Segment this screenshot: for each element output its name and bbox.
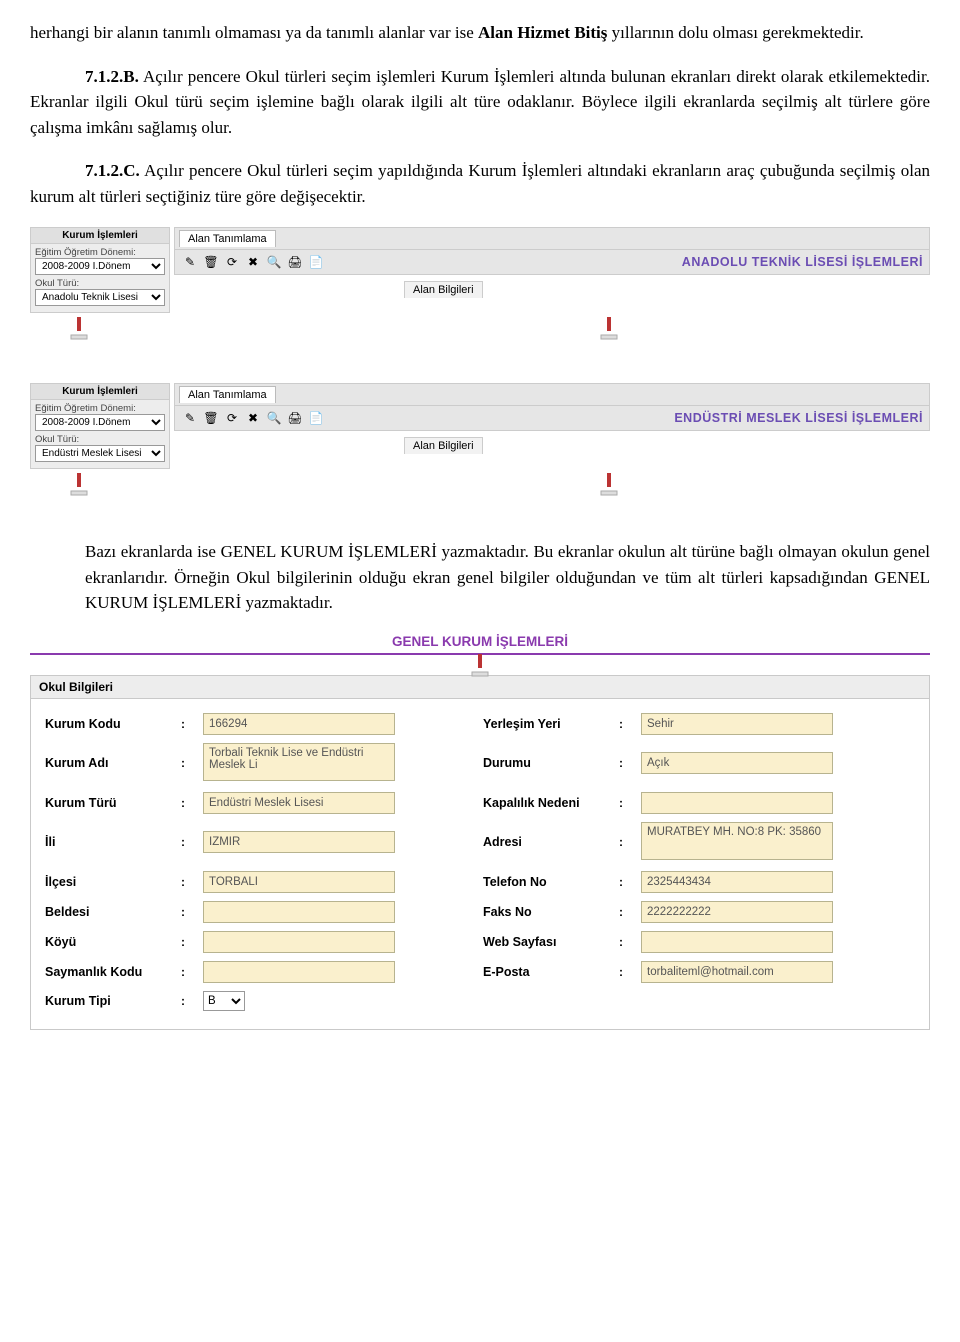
select-kurum-tipi[interactable]: B bbox=[203, 991, 245, 1011]
label-donem: Eğitim Öğretim Dönemi: bbox=[35, 403, 165, 414]
label-ilcesi: İlçesi bbox=[45, 875, 175, 889]
input-faks[interactable] bbox=[641, 901, 833, 923]
screenshot-endustri: Kurum İşlemleri Eğitim Öğretim Dönemi: 2… bbox=[30, 383, 930, 501]
section-label-712c: 7.1.2.C. bbox=[85, 161, 140, 180]
screenshot-anadolu: Kurum İşlemleri Eğitim Öğretim Dönemi: 2… bbox=[30, 227, 930, 345]
print-icon[interactable]: 🖨 bbox=[286, 253, 304, 271]
paragraph-712b: 7.1.2.B. Açılır pencere Okul türleri seç… bbox=[30, 64, 930, 141]
label-kapalilik: Kapalılık Nedeni bbox=[483, 796, 613, 810]
label-kurum-adi: Kurum Adı bbox=[45, 756, 175, 770]
input-durumu[interactable] bbox=[641, 752, 833, 774]
para1-bold: Alan Hizmet Bitiş bbox=[478, 23, 607, 42]
para3-text: Açılır pencere Okul türleri seçim yapıld… bbox=[30, 161, 930, 206]
paragraph-712c: 7.1.2.C. Açılır pencere Okul türleri seç… bbox=[30, 158, 930, 209]
label-web: Web Sayfası bbox=[483, 935, 613, 949]
tab-row: Alan Tanımlama bbox=[174, 227, 930, 250]
label-kurum-tipi: Kurum Tipi bbox=[45, 994, 175, 1008]
input-kurum-adi[interactable] bbox=[203, 743, 395, 781]
input-koyu[interactable] bbox=[203, 931, 395, 953]
alan-bilgileri-label: Alan Bilgileri bbox=[404, 281, 483, 298]
pointer-icon bbox=[594, 315, 624, 345]
search-icon[interactable]: 🔍 bbox=[265, 253, 283, 271]
select-okul-turu[interactable]: Endüstri Meslek Lisesi bbox=[35, 445, 165, 462]
tab-alan-tanimlama[interactable]: Alan Tanımlama bbox=[179, 230, 276, 247]
edit-icon[interactable]: ✎ bbox=[181, 409, 199, 427]
print-icon[interactable]: 🖨 bbox=[286, 409, 304, 427]
sidebar-kurum-islemleri: Kurum İşlemleri Eğitim Öğretim Dönemi: 2… bbox=[30, 383, 170, 469]
input-kurum-turu[interactable] bbox=[203, 792, 395, 814]
input-ili[interactable] bbox=[203, 831, 395, 853]
pointer-icon bbox=[64, 315, 94, 345]
alan-bilgileri-label: Alan Bilgileri bbox=[404, 437, 483, 454]
label-okul-turu: Okul Türü: bbox=[35, 434, 165, 445]
sidebar-kurum-islemleri: Kurum İşlemleri Eğitim Öğretim Dönemi: 2… bbox=[30, 227, 170, 313]
label-yerlesim: Yerleşim Yeri bbox=[483, 717, 613, 731]
okul-box: Okul Bilgileri Kurum Kodu : Yerleşim Yer… bbox=[30, 675, 930, 1030]
delete-icon[interactable]: 🗑 bbox=[202, 253, 220, 271]
label-faks: Faks No bbox=[483, 905, 613, 919]
toolbar-title: ANADOLU TEKNİK LİSESİ İŞLEMLERİ bbox=[682, 255, 923, 269]
toolbar-title: ENDÜSTRİ MESLEK LİSESİ İŞLEMLERİ bbox=[674, 411, 923, 425]
label-kurum-kodu: Kurum Kodu bbox=[45, 717, 175, 731]
select-donem[interactable]: 2008-2009 I.Dönem bbox=[35, 414, 165, 431]
label-donem: Eğitim Öğretim Dönemi: bbox=[35, 247, 165, 258]
section-label-712b: 7.1.2.B. bbox=[85, 67, 139, 86]
para1-suffix: yıllarının dolu olması gerekmektedir. bbox=[607, 23, 863, 42]
label-kurum-turu: Kurum Türü bbox=[45, 796, 175, 810]
cancel-icon[interactable]: ✖ bbox=[244, 409, 262, 427]
edit-icon[interactable]: ✎ bbox=[181, 253, 199, 271]
input-ilcesi[interactable] bbox=[203, 871, 395, 893]
tab-alan-tanimlama[interactable]: Alan Tanımlama bbox=[179, 386, 276, 403]
input-saymanlik[interactable] bbox=[203, 961, 395, 983]
search-icon[interactable]: 🔍 bbox=[265, 409, 283, 427]
label-ili: İli bbox=[45, 835, 175, 849]
label-okul-turu: Okul Türü: bbox=[35, 278, 165, 289]
refresh-icon[interactable]: ⟳ bbox=[223, 409, 241, 427]
sidebar-title: Kurum İşlemleri bbox=[31, 384, 169, 400]
sidebar-title: Kurum İşlemleri bbox=[31, 228, 169, 244]
label-durumu: Durumu bbox=[483, 756, 613, 770]
export-icon[interactable]: 📄 bbox=[307, 253, 325, 271]
paragraph-genel: Bazı ekranlarda ise GENEL KURUM İŞLEMLER… bbox=[85, 539, 930, 616]
para2-text: Açılır pencere Okul türleri seçim işleml… bbox=[30, 67, 930, 137]
toolbar: ✎ 🗑 ⟳ ✖ 🔍 🖨 📄 ANADOLU TEKNİK LİSESİ İŞLE… bbox=[174, 250, 930, 275]
pointer-icon bbox=[64, 471, 94, 501]
cancel-icon[interactable]: ✖ bbox=[244, 253, 262, 271]
pointer-icon bbox=[465, 652, 495, 682]
label-eposta: E-Posta bbox=[483, 965, 613, 979]
input-adresi[interactable] bbox=[641, 822, 833, 860]
refresh-icon[interactable]: ⟳ bbox=[223, 253, 241, 271]
toolbar: ✎ 🗑 ⟳ ✖ 🔍 🖨 📄 ENDÜSTRİ MESLEK LİSESİ İŞL… bbox=[174, 406, 930, 431]
label-koyu: Köyü bbox=[45, 935, 175, 949]
okul-header: GENEL KURUM İŞLEMLERİ bbox=[30, 634, 930, 655]
pointer-icon bbox=[594, 471, 624, 501]
input-kurum-kodu[interactable] bbox=[203, 713, 395, 735]
delete-icon[interactable]: 🗑 bbox=[202, 409, 220, 427]
input-beldesi[interactable] bbox=[203, 901, 395, 923]
input-eposta[interactable] bbox=[641, 961, 833, 983]
input-kapalilik[interactable] bbox=[641, 792, 833, 814]
para1-prefix: herhangi bir alanın tanımlı olmaması ya … bbox=[30, 23, 478, 42]
label-adresi: Adresi bbox=[483, 835, 613, 849]
tab-row: Alan Tanımlama bbox=[174, 383, 930, 406]
select-donem[interactable]: 2008-2009 I.Dönem bbox=[35, 258, 165, 275]
paragraph-intro: herhangi bir alanın tanımlı olmaması ya … bbox=[30, 20, 930, 46]
label-saymanlik: Saymanlık Kodu bbox=[45, 965, 175, 979]
okul-bilgileri-panel: GENEL KURUM İŞLEMLERİ Okul Bilgileri Kur… bbox=[30, 634, 930, 1030]
input-yerlesim[interactable] bbox=[641, 713, 833, 735]
label-telefon: Telefon No bbox=[483, 875, 613, 889]
label-beldesi: Beldesi bbox=[45, 905, 175, 919]
input-telefon[interactable] bbox=[641, 871, 833, 893]
export-icon[interactable]: 📄 bbox=[307, 409, 325, 427]
select-okul-turu[interactable]: Anadolu Teknik Lisesi bbox=[35, 289, 165, 306]
input-web[interactable] bbox=[641, 931, 833, 953]
